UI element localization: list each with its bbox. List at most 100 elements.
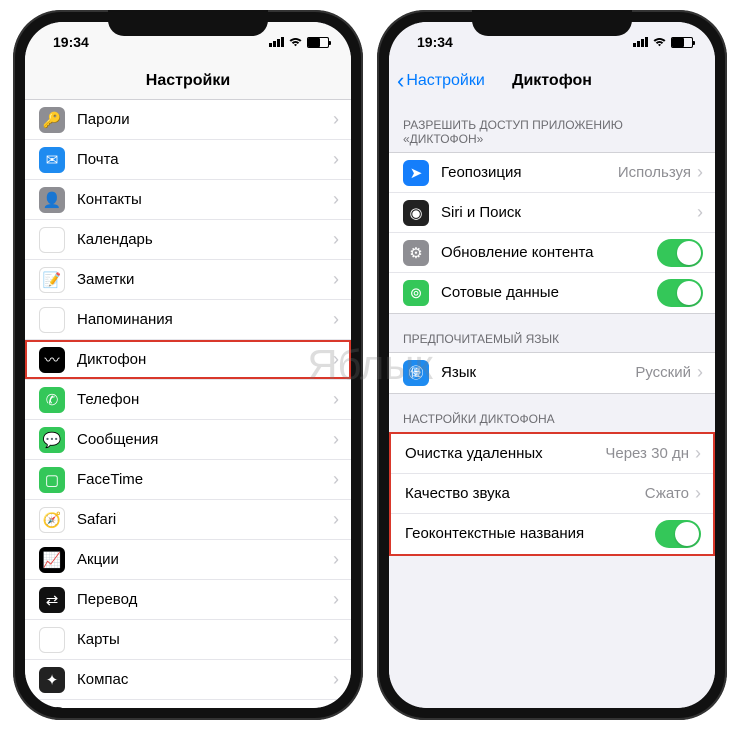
chevron-right-icon: › bbox=[333, 149, 339, 170]
app-icon: ✆ bbox=[39, 387, 65, 413]
chevron-right-icon: › bbox=[333, 309, 339, 330]
chevron-right-icon: › bbox=[697, 202, 703, 223]
app-icon: 📝 bbox=[39, 267, 65, 293]
chevron-right-icon: › bbox=[333, 229, 339, 250]
app-icon: 📏 bbox=[39, 707, 65, 709]
app-icon: 👤 bbox=[39, 187, 65, 213]
settings-row-перевод[interactable]: ⇄ Перевод› bbox=[25, 580, 351, 620]
row-cellular[interactable]: ⊚ Сотовые данные bbox=[389, 273, 715, 313]
settings-row-сообщения[interactable]: 💬Сообщения› bbox=[25, 420, 351, 460]
wifi-icon bbox=[652, 37, 667, 48]
row-audio-quality[interactable]: Качество звука Сжато › bbox=[391, 474, 713, 514]
settings-row-телефон[interactable]: ✆ Телефон› bbox=[25, 380, 351, 420]
group-lang: ㊝ Язык Русский › bbox=[389, 352, 715, 394]
settings-list[interactable]: 🔑Пароли›✉︎Почта›👤Контакты›▦Календарь›📝За… bbox=[25, 100, 351, 708]
app-icon: 🧭 bbox=[39, 507, 65, 533]
chevron-right-icon: › bbox=[333, 669, 339, 690]
screen-right: 19:34 ‹ Настройки Диктофон РАЗРЕШИТЬ ДОС… bbox=[389, 22, 715, 708]
app-icon: ▦ bbox=[39, 227, 65, 253]
row-label: Геопозиция bbox=[441, 164, 618, 181]
chevron-right-icon: › bbox=[333, 389, 339, 410]
nav-header: Настройки bbox=[25, 62, 351, 100]
battery-icon bbox=[671, 37, 693, 48]
row-label: Геоконтекстные названия bbox=[405, 525, 655, 542]
row-clear-deleted[interactable]: Очистка удаленных Через 30 дн › bbox=[391, 434, 713, 474]
row-label: Перевод bbox=[77, 591, 333, 608]
settings-row-диктофон[interactable]: 〰 Диктофон› bbox=[25, 340, 351, 380]
chevron-right-icon: › bbox=[697, 362, 703, 383]
back-button[interactable]: ‹ Настройки bbox=[397, 70, 485, 92]
detail-content[interactable]: РАЗРЕШИТЬ ДОСТУП ПРИЛОЖЕНИЮ «ДИКТОФОН» ➤… bbox=[389, 100, 715, 708]
chevron-right-icon: › bbox=[695, 443, 701, 464]
row-detail: Русский bbox=[635, 364, 691, 381]
row-language[interactable]: ㊝ Язык Русский › bbox=[389, 353, 715, 393]
toggle-refresh[interactable] bbox=[657, 239, 703, 267]
status-indicators bbox=[269, 37, 329, 48]
row-refresh[interactable]: ⚙︎ Обновление контента bbox=[389, 233, 715, 273]
phone-right: 19:34 ‹ Настройки Диктофон РАЗРЕШИТЬ ДОС… bbox=[377, 10, 727, 720]
row-label: Заметки bbox=[77, 271, 333, 288]
row-label: Календарь bbox=[77, 231, 333, 248]
group-access: ➤ Геопозиция Используя › ◉ Siri и Поиск … bbox=[389, 152, 715, 314]
chevron-right-icon: › bbox=[695, 483, 701, 504]
nav-header: ‹ Настройки Диктофон bbox=[389, 62, 715, 100]
settings-row-рулетка[interactable]: 📏Рулетка› bbox=[25, 700, 351, 708]
chevron-right-icon: › bbox=[333, 189, 339, 210]
row-label: Диктофон bbox=[77, 351, 333, 368]
settings-row-компас[interactable]: ✦Компас› bbox=[25, 660, 351, 700]
settings-row-почта[interactable]: ✉︎Почта› bbox=[25, 140, 351, 180]
row-label: Компас bbox=[77, 671, 333, 688]
row-label: Напоминания bbox=[77, 311, 333, 328]
settings-row-календарь[interactable]: ▦ Календарь› bbox=[25, 220, 351, 260]
app-icon: 🔑 bbox=[39, 107, 65, 133]
settings-row-заметки[interactable]: 📝Заметки› bbox=[25, 260, 351, 300]
chevron-right-icon: › bbox=[333, 589, 339, 610]
app-icon: 💬 bbox=[39, 427, 65, 453]
signal-icon bbox=[269, 37, 284, 47]
row-detail: Используя bbox=[618, 164, 691, 181]
location-icon: ➤ bbox=[403, 160, 429, 186]
row-label: Почта bbox=[77, 151, 333, 168]
settings-row-карты[interactable]: 🗺Карты› bbox=[25, 620, 351, 660]
row-label: Телефон bbox=[77, 391, 333, 408]
section-header-voice: НАСТРОЙКИ ДИКТОФОНА bbox=[389, 394, 715, 432]
row-geo-names[interactable]: Геоконтекстные названия bbox=[391, 514, 713, 554]
settings-row-safari[interactable]: 🧭Safari› bbox=[25, 500, 351, 540]
row-label: Контакты bbox=[77, 191, 333, 208]
settings-row-напоминания[interactable]: ⠿Напоминания› bbox=[25, 300, 351, 340]
row-location[interactable]: ➤ Геопозиция Используя › bbox=[389, 153, 715, 193]
section-header-access: РАЗРЕШИТЬ ДОСТУП ПРИЛОЖЕНИЮ «ДИКТОФОН» bbox=[389, 100, 715, 152]
chevron-left-icon: ‹ bbox=[397, 70, 404, 92]
row-label: Сотовые данные bbox=[441, 284, 657, 301]
cellular-icon: ⊚ bbox=[403, 280, 429, 306]
chevron-right-icon: › bbox=[697, 162, 703, 183]
siri-icon: ◉ bbox=[403, 200, 429, 226]
row-label: Пароли bbox=[77, 111, 333, 128]
chevron-right-icon: › bbox=[333, 629, 339, 650]
phone-left: 19:34 Настройки 🔑Пароли›✉︎Почта›👤Контакт… bbox=[13, 10, 363, 720]
toggle-cellular[interactable] bbox=[657, 279, 703, 307]
app-icon: ⇄ bbox=[39, 587, 65, 613]
row-label: FaceTime bbox=[77, 471, 333, 488]
chevron-right-icon: › bbox=[333, 469, 339, 490]
row-detail: Сжато bbox=[645, 485, 689, 502]
settings-row-facetime[interactable]: ▢ FaceTime› bbox=[25, 460, 351, 500]
chevron-right-icon: › bbox=[333, 109, 339, 130]
language-icon: ㊝ bbox=[403, 360, 429, 386]
gear-icon: ⚙︎ bbox=[403, 240, 429, 266]
app-icon: 📈 bbox=[39, 547, 65, 573]
toggle-geo-names[interactable] bbox=[655, 520, 701, 548]
app-icon: 〰 bbox=[39, 347, 65, 373]
chevron-right-icon: › bbox=[333, 349, 339, 370]
settings-row-акции[interactable]: 📈Акции› bbox=[25, 540, 351, 580]
chevron-right-icon: › bbox=[333, 429, 339, 450]
row-label: Карты bbox=[77, 631, 333, 648]
row-label: Очистка удаленных bbox=[405, 445, 605, 462]
status-time: 19:34 bbox=[53, 34, 89, 50]
settings-row-пароли[interactable]: 🔑 Пароли› bbox=[25, 100, 351, 140]
row-siri[interactable]: ◉ Siri и Поиск › bbox=[389, 193, 715, 233]
app-icon: ▢ bbox=[39, 467, 65, 493]
settings-row-контакты[interactable]: 👤 Контакты› bbox=[25, 180, 351, 220]
row-label: Качество звука bbox=[405, 485, 645, 502]
battery-icon bbox=[307, 37, 329, 48]
